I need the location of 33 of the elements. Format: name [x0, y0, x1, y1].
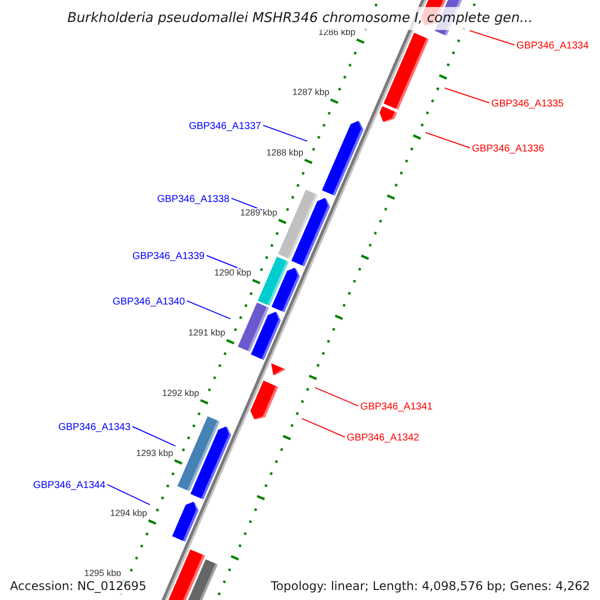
leader-line — [444, 88, 490, 104]
gene-label: GBP346_A1339 — [132, 251, 205, 262]
tick-label: 1291 kbp — [188, 328, 226, 338]
tick-label: 1288 kbp — [266, 147, 304, 158]
tick-label: 1286 kbp — [318, 27, 356, 38]
gene-arrow — [380, 106, 398, 122]
leader-line — [186, 300, 231, 320]
gene-label: GBP346_A1343 — [58, 422, 130, 433]
gene-arrow — [172, 502, 199, 542]
gene-label: GBP346_A1338 — [157, 194, 230, 205]
leader-line — [425, 132, 470, 148]
gene-label: GBP346_A1337 — [188, 120, 262, 132]
leader-line — [314, 387, 359, 406]
tick-label: 1290 kbp — [214, 268, 252, 278]
leader-line — [469, 30, 515, 46]
gene-arrow — [271, 363, 286, 376]
leader-line — [106, 484, 150, 506]
gene-label: GBP346_A1342 — [346, 432, 420, 444]
gene-arrow — [250, 380, 278, 420]
gene-label: GBP346_A1336 — [472, 143, 544, 154]
tick-label: 1294 kbp — [110, 508, 148, 518]
leader-line — [301, 418, 346, 438]
tick-label: 1293 kbp — [136, 448, 174, 458]
tick-label: 1287 kbp — [292, 87, 330, 98]
gene-label: GBP346_A1341 — [360, 401, 433, 412]
gene-label: GBP346_A1340 — [112, 296, 185, 308]
leader-line — [132, 426, 176, 446]
gene-label: GBP346_A1334 — [516, 40, 589, 52]
tick-label: 1292 kbp — [162, 388, 200, 398]
tick-label: 1295 kbp — [84, 568, 122, 578]
gene-label: GBP346_A1335 — [491, 98, 564, 110]
leader-line — [262, 124, 308, 142]
gene-label: GBP346_A1344 — [33, 480, 106, 492]
